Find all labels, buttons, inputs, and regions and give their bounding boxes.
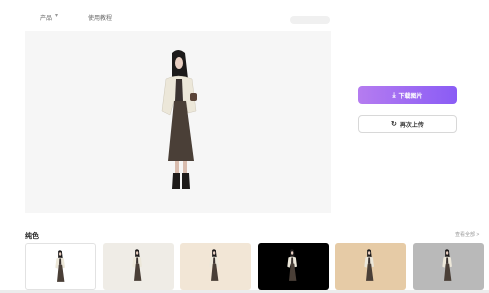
nav-faded-element — [290, 16, 330, 24]
background-swatch[interactable] — [413, 243, 484, 290]
download-image-button[interactable]: ⤓ 下载图片 — [358, 86, 457, 104]
nav-product-menu[interactable]: 产品 — [40, 13, 52, 22]
swatch-person-preview — [55, 250, 65, 282]
reupload-button[interactable]: ↻ 再次上传 — [358, 115, 457, 133]
background-swatch[interactable] — [25, 243, 96, 290]
download-icon: ⤓ — [392, 91, 396, 99]
chevron-down-icon[interactable]: ▾ — [55, 12, 58, 19]
background-swatch[interactable] — [335, 243, 406, 290]
swatch-person-preview — [132, 249, 142, 281]
solid-color-section-title: 纯色 — [25, 233, 39, 240]
background-swatch[interactable] — [103, 243, 174, 290]
swatch-person-preview — [287, 249, 297, 281]
top-navigation: 产品 ▾ 使用教程 — [0, 0, 489, 30]
swatch-person-preview — [442, 249, 452, 281]
swatch-person-preview — [209, 249, 219, 281]
reupload-button-label: 再次上传 — [399, 122, 424, 129]
swatch-person-preview — [364, 249, 374, 281]
nav-tutorial-link[interactable]: 使用教程 — [88, 13, 112, 22]
refresh-icon: ↻ — [391, 120, 397, 128]
cutout-person-image — [161, 50, 197, 189]
background-swatch[interactable] — [258, 243, 329, 290]
view-all-link[interactable]: 查看全部 > — [455, 231, 479, 238]
download-button-label: 下载图片 — [398, 93, 423, 100]
background-swatch[interactable] — [180, 243, 251, 290]
